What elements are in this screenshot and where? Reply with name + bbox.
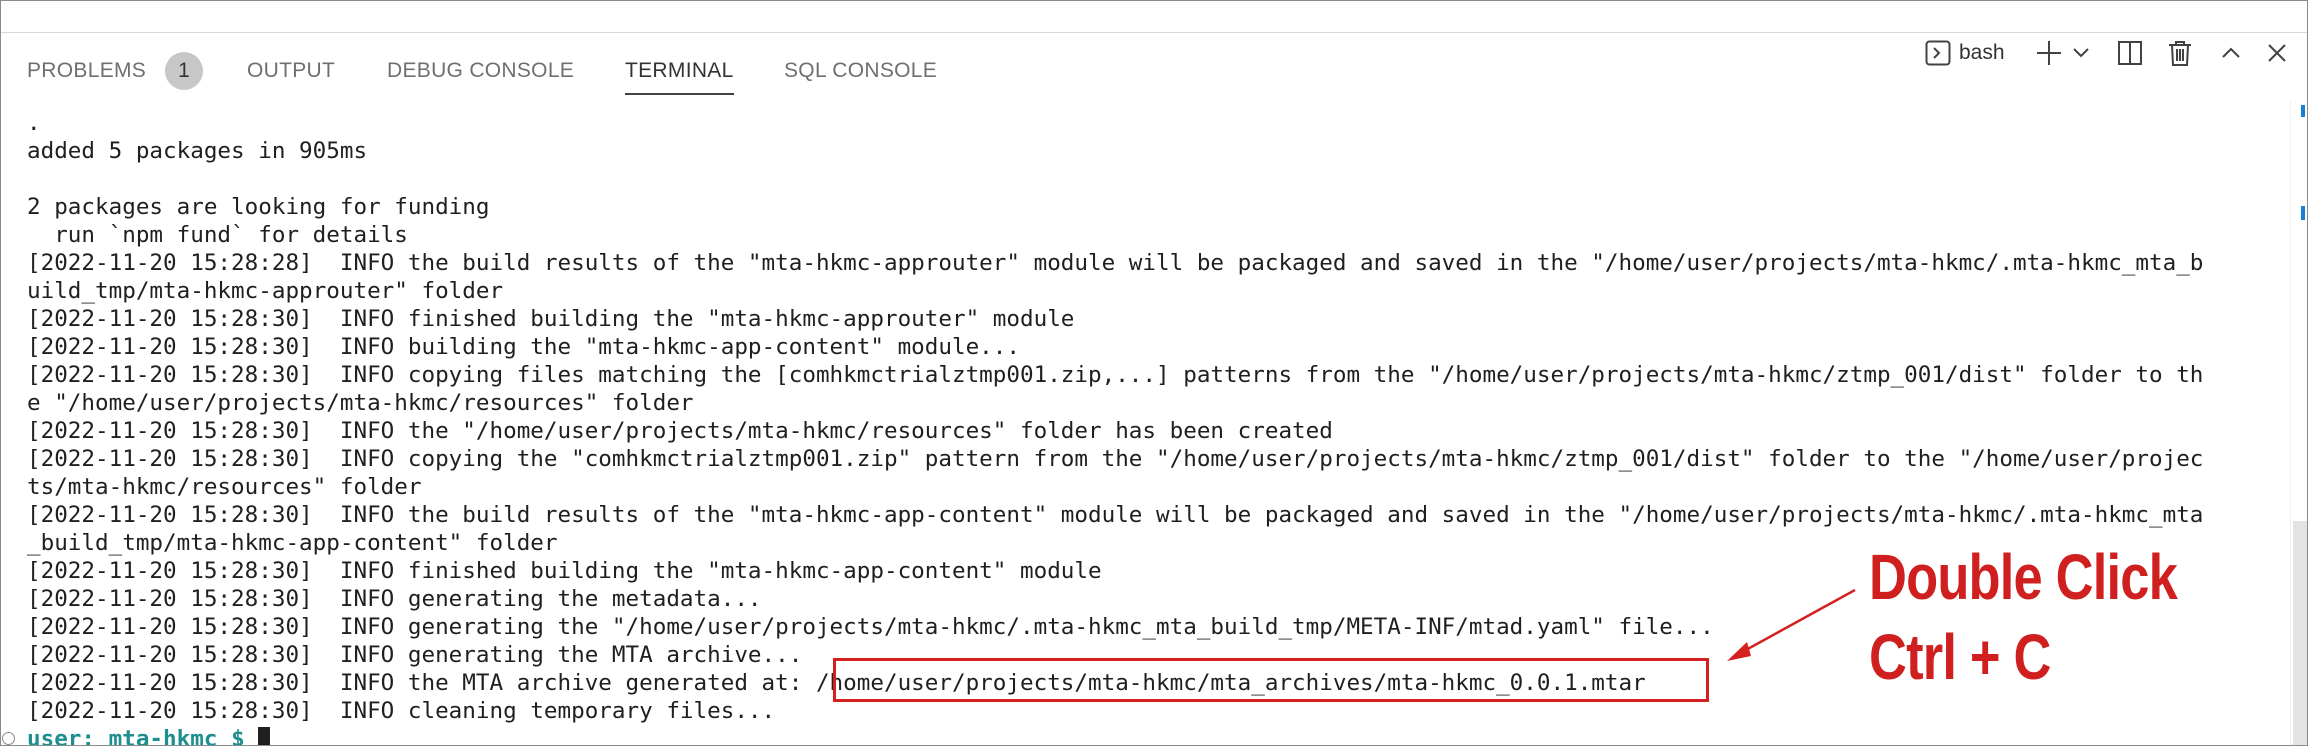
tab-sql-console[interactable]: SQL CONSOLE [784, 59, 937, 83]
terminal-dropdown-button[interactable] [2069, 33, 2093, 73]
terminal-line: [2022-11-20 15:28:30] INFO cleaning temp… [27, 698, 776, 724]
shell-name: bash [1959, 41, 2005, 64]
problems-count-badge: 1 [165, 52, 203, 90]
terminal-line: run `npm fund` for details [27, 222, 408, 248]
chevron-up-icon [2221, 46, 2241, 60]
tab-label: DEBUG CONSOLE [387, 59, 575, 82]
terminal-scroll-thumb[interactable] [2293, 521, 2307, 745]
terminal-prompt: user: mta-hkmc $ [27, 725, 271, 746]
terminal-icon [1925, 40, 1951, 66]
terminal-line: [2022-11-20 15:28:30] INFO finished buil… [27, 306, 1075, 332]
terminal-line: [2022-11-20 15:28:28] INFO the build res… [27, 250, 2204, 276]
close-icon [2267, 43, 2287, 63]
tab-terminal[interactable]: TERMINAL [625, 59, 734, 95]
editor-area-edge [1, 1, 2307, 33]
terminal-line: [2022-11-20 15:28:30] INFO the "/home/us… [27, 418, 1333, 444]
prompt-symbol: $ [231, 726, 245, 746]
terminal-line: [2022-11-20 15:28:30] INFO copying the "… [27, 446, 2204, 472]
plus-icon [2035, 39, 2063, 67]
terminal-line: [2022-11-20 15:28:30] INFO generating th… [27, 586, 762, 612]
panel-tab-bar: PROBLEMS 1 OUTPUT DEBUG CONSOLE TERMINAL… [1, 33, 2307, 101]
tab-output[interactable]: OUTPUT [247, 59, 335, 83]
terminal-cursor [258, 727, 271, 745]
tab-label: PROBLEMS [27, 59, 147, 82]
terminal-line: _build_tmp/mta-hkmc-app-content" folder [27, 530, 558, 556]
active-tab-underline [625, 93, 734, 95]
terminal-line: [2022-11-20 15:28:30] INFO building the … [27, 334, 1020, 360]
annotation-copy: Ctrl + C [1869, 621, 2051, 693]
terminal-line: [2022-11-20 15:28:30] INFO the build res… [27, 502, 2204, 528]
kill-terminal-button[interactable] [2165, 33, 2195, 73]
terminal-line: [2022-11-20 15:28:30] INFO finished buil… [27, 558, 1102, 584]
terminal-line: [2022-11-20 15:28:30] INFO copying files… [27, 362, 2204, 388]
tab-label: TERMINAL [625, 59, 734, 82]
maximize-panel-button[interactable] [2217, 33, 2245, 73]
terminal-line: added 5 packages in 905ms [27, 138, 368, 164]
chevron-down-icon [2072, 47, 2090, 59]
tab-label: OUTPUT [247, 59, 336, 82]
vscode-panel: PROBLEMS 1 OUTPUT DEBUG CONSOLE TERMINAL… [0, 0, 2308, 746]
annotation-double-click: Double Click [1869, 541, 2178, 613]
terminal-line: e "/home/user/projects/mta-hkmc/resource… [27, 390, 694, 416]
split-icon [2117, 40, 2143, 66]
terminal-line: 2 packages are looking for funding [27, 194, 490, 220]
prompt-user: user: [27, 726, 96, 746]
scrollbar-marker [2301, 105, 2305, 117]
prompt-dir: mta-hkmc [108, 726, 218, 746]
terminal-line: uild_tmp/mta-hkmc-approuter" folder [27, 278, 504, 304]
tab-problems[interactable]: PROBLEMS [27, 59, 146, 83]
terminal-shell-selector[interactable]: bash [1925, 33, 2045, 73]
terminal-line: . [27, 110, 41, 136]
terminal-line: [2022-11-20 15:28:30] INFO generating th… [27, 614, 1714, 640]
terminal-line: [2022-11-20 15:28:30] INFO generating th… [27, 642, 803, 668]
annotation-arrow-icon [1727, 588, 1856, 661]
new-terminal-button[interactable] [2033, 33, 2065, 73]
highlight-box [833, 658, 1709, 702]
close-panel-button[interactable] [2263, 33, 2291, 73]
command-decoration-icon[interactable] [2, 732, 15, 745]
tab-label: SQL CONSOLE [784, 59, 938, 82]
terminal-line: ts/mta-hkmc/resources" folder [27, 474, 422, 500]
trash-icon [2167, 39, 2193, 67]
tab-debug-console[interactable]: DEBUG CONSOLE [387, 59, 574, 83]
split-terminal-button[interactable] [2115, 33, 2145, 73]
scrollbar-marker [2301, 206, 2305, 220]
